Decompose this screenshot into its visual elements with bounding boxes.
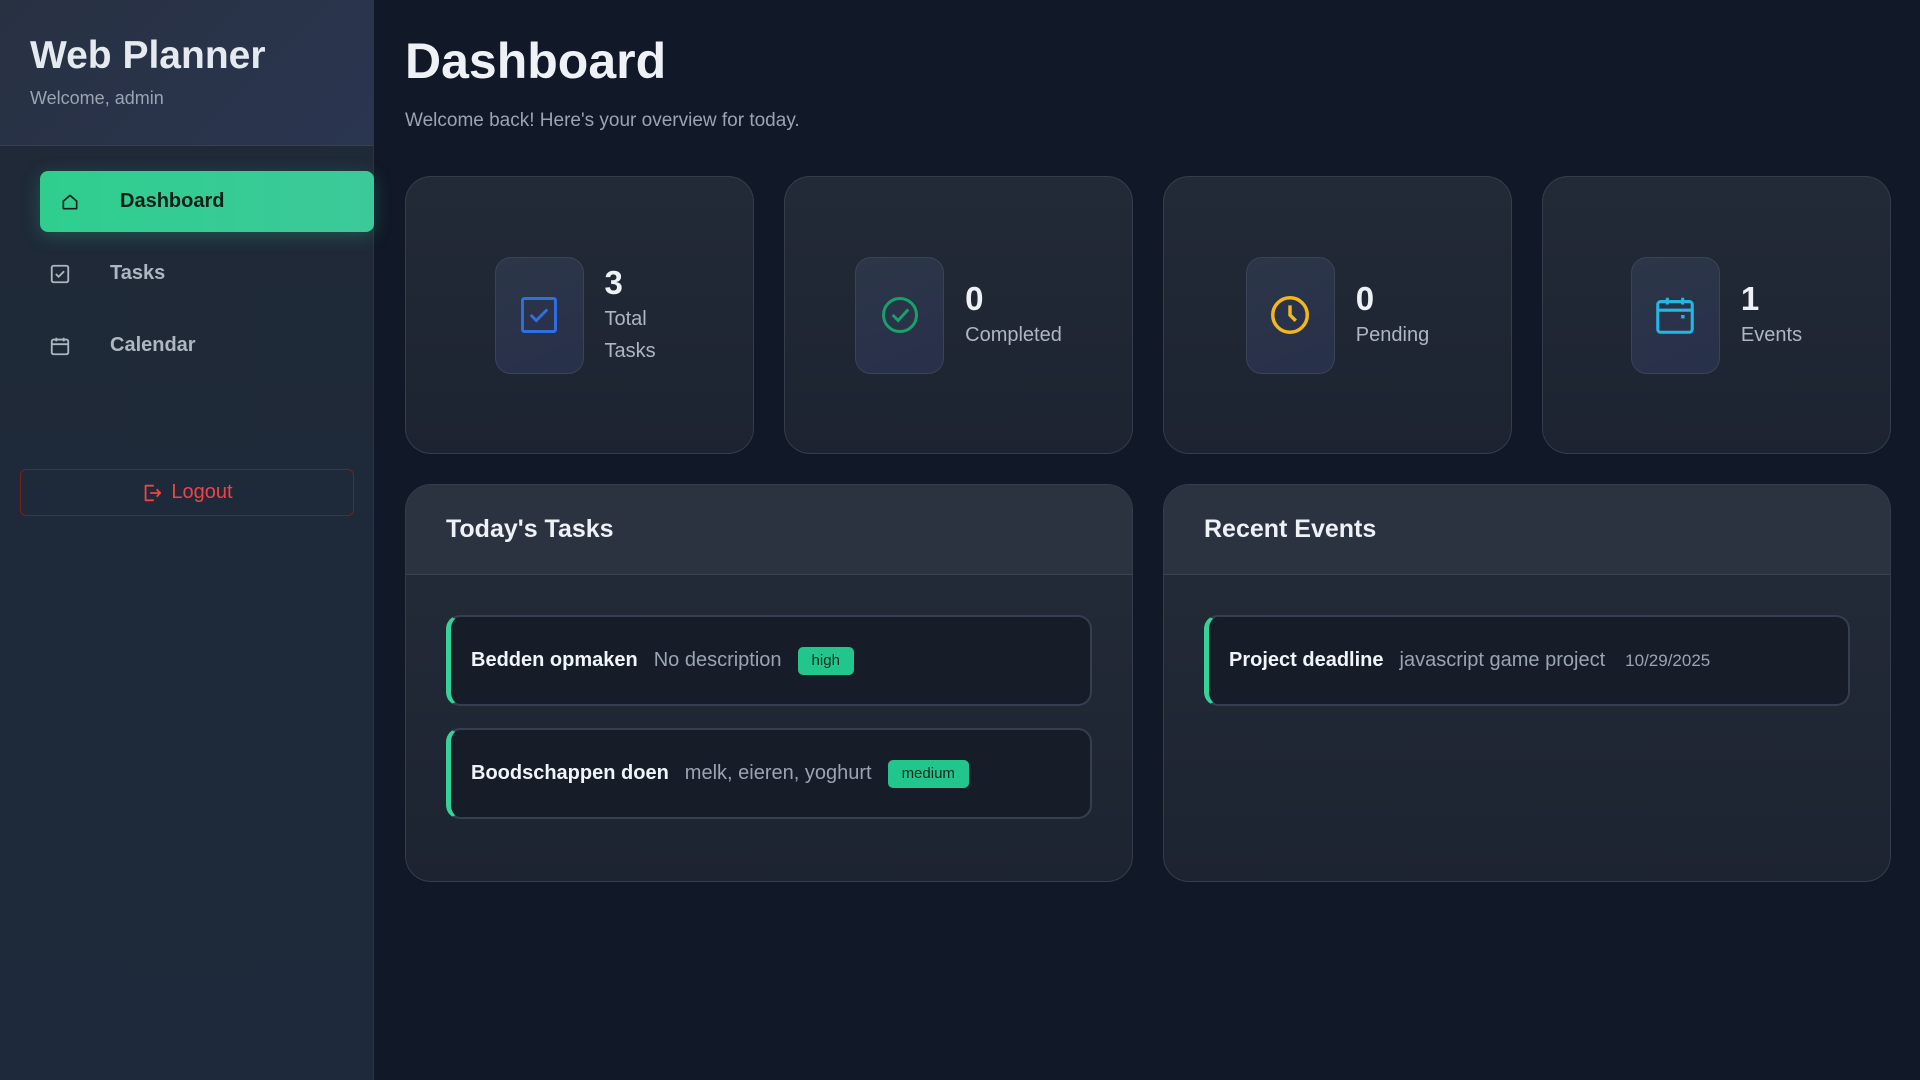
- home-icon: [40, 192, 100, 212]
- logout-icon: [145, 484, 162, 501]
- sidebar-item-dashboard[interactable]: Dashboard: [40, 171, 374, 232]
- clock-icon: [1245, 256, 1335, 374]
- task-item[interactable]: Bedden opmaken No description high: [446, 615, 1092, 706]
- calendar-icon: [1630, 256, 1720, 374]
- panel-title: Recent Events: [1164, 485, 1890, 575]
- priority-badge: medium: [887, 759, 969, 788]
- task-description: No description: [653, 649, 782, 671]
- stat-value: 0: [965, 280, 984, 317]
- panel-title: Today's Tasks: [406, 485, 1132, 575]
- checkbox-icon: [30, 263, 90, 285]
- stat-value: 3: [604, 264, 623, 301]
- sidebar-item-calendar[interactable]: Calendar: [30, 315, 374, 376]
- event-title: Project deadline: [1229, 649, 1384, 671]
- stat-label: Pending: [1355, 324, 1430, 346]
- stat-label: Events: [1740, 324, 1803, 346]
- task-title: Boodschappen doen: [471, 762, 669, 784]
- panels-row: Today's Tasks Bedden opmaken No descript…: [405, 484, 1891, 882]
- event-item[interactable]: Project deadline javascript game project…: [1204, 615, 1850, 706]
- task-title: Bedden opmaken: [471, 649, 638, 671]
- check-circle-icon: [855, 256, 945, 374]
- calendar-icon: [30, 335, 90, 357]
- stat-card-total-tasks: 3 Total Tasks: [405, 176, 754, 454]
- stat-value: 0: [1355, 280, 1375, 317]
- stat-card-pending: 0 Pending: [1163, 176, 1512, 454]
- page-title: Dashboard: [405, 33, 667, 89]
- welcome-text: Welcome, admin: [30, 88, 164, 108]
- sidebar-nav: Dashboard Tasks Calendar: [0, 146, 374, 387]
- todays-tasks-panel: Today's Tasks Bedden opmaken No descript…: [405, 484, 1133, 882]
- stat-value: 1: [1740, 280, 1760, 317]
- app-root: Web Planner Welcome, admin Dashboard Tas…: [0, 0, 1920, 1080]
- logout-label: Logout: [171, 481, 233, 503]
- priority-badge: high: [797, 646, 854, 675]
- recent-events-panel: Recent Events Project deadline javascrip…: [1163, 484, 1891, 882]
- event-description: javascript game project: [1399, 649, 1606, 671]
- stat-label: Total Tasks: [604, 308, 656, 362]
- sidebar-item-label: Tasks: [110, 262, 166, 284]
- sidebar-item-tasks[interactable]: Tasks: [30, 243, 374, 304]
- stat-label: Completed: [965, 324, 1062, 346]
- logout-button[interactable]: Logout: [20, 469, 354, 516]
- app-title: Web Planner: [30, 34, 266, 77]
- task-description: melk, eieren, yoghurt: [684, 762, 872, 784]
- sidebar-item-label: Dashboard: [120, 190, 225, 212]
- main-content: Dashboard Welcome back! Here's your over…: [374, 0, 1920, 1080]
- brand-header: Web Planner Welcome, admin: [0, 0, 373, 146]
- sidebar-item-label: Calendar: [110, 334, 196, 356]
- stats-row: 3 Total Tasks 0 Completed 0 Pending 1 Ev…: [405, 176, 1891, 454]
- event-date: 10/29/2025: [1625, 650, 1711, 670]
- page-subtitle: Welcome back! Here's your overview for t…: [405, 110, 800, 131]
- checkbox-icon: [494, 256, 584, 374]
- task-item[interactable]: Boodschappen doen melk, eieren, yoghurt …: [446, 728, 1092, 819]
- sidebar: Web Planner Welcome, admin Dashboard Tas…: [0, 0, 374, 1080]
- stat-card-events: 1 Events: [1542, 176, 1891, 454]
- stat-card-completed: 0 Completed: [784, 176, 1133, 454]
